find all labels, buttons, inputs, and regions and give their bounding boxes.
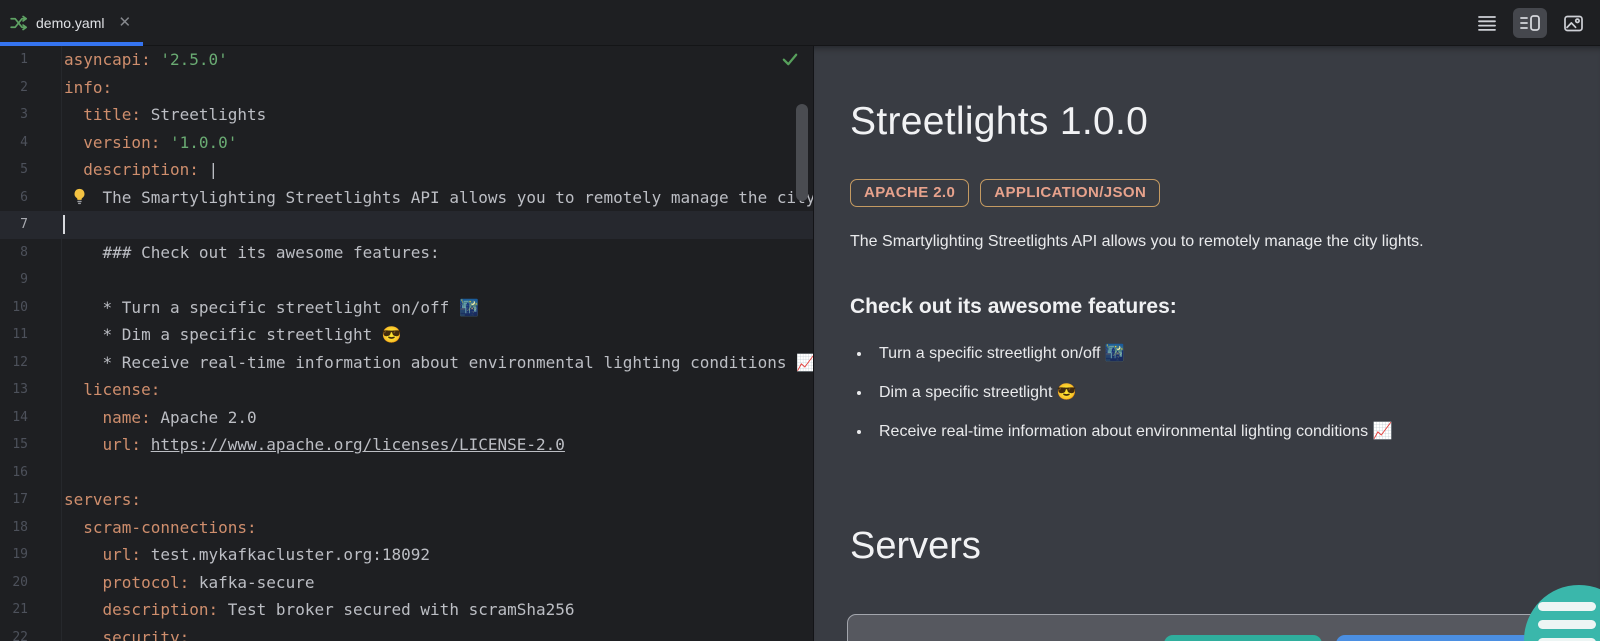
code-text: * Dim a specific streetlight 😎 — [64, 321, 402, 349]
code-line[interactable]: 19 url: test.mykafkacluster.org:18092 — [0, 541, 813, 569]
code-line[interactable]: 21 description: Test broker secured with… — [0, 596, 813, 624]
feature-item: Turn a specific streetlight on/off 🌃 — [872, 343, 1600, 363]
code-line[interactable]: 17 servers: — [0, 486, 813, 514]
code-line[interactable]: 10 * Turn a specific streetlight on/off … — [0, 294, 813, 322]
line-number: 6 — [0, 184, 28, 212]
editor-tab-bar: demo.yaml ✕ — [0, 0, 1600, 46]
code-text: info: — [64, 74, 112, 102]
show-editor-and-preview-button[interactable] — [1513, 8, 1547, 38]
line-number: 15 — [0, 431, 28, 459]
code-line[interactable]: 20 protocol: kafka-secure — [0, 569, 813, 597]
code-line[interactable]: 11 * Dim a specific streetlight 😎 — [0, 321, 813, 349]
ide-window: demo.yaml ✕ — [0, 0, 1600, 641]
line-number: 2 — [0, 74, 28, 102]
code-text: url: test.mykafkacluster.org:18092 — [64, 541, 430, 569]
line-number: 13 — [0, 376, 28, 404]
tab-label: demo.yaml — [36, 15, 104, 31]
asyncapi-preview-pane: Streetlights 1.0.0 APACHE 2.0 APPLICATION… — [813, 46, 1600, 641]
line-number: 14 — [0, 404, 28, 432]
yaml-file-arrows-icon — [10, 14, 28, 32]
line-number: 3 — [0, 101, 28, 129]
code-text: license: — [64, 376, 160, 404]
line-number: 11 — [0, 321, 28, 349]
line-number: 8 — [0, 239, 28, 267]
feature-item: Dim a specific streetlight 😎 — [872, 382, 1600, 402]
line-number: 9 — [0, 266, 28, 294]
code-line[interactable]: 7 — [0, 211, 813, 239]
api-badge: APPLICATION/JSON — [980, 179, 1160, 207]
line-number: 19 — [0, 541, 28, 569]
code-line[interactable]: 2 info: — [0, 74, 813, 102]
text-caret — [63, 215, 65, 234]
code-line[interactable]: 4 version: '1.0.0' — [0, 129, 813, 157]
code-line[interactable]: 8 ### Check out its awesome features: — [0, 239, 813, 267]
code-text: description: Test broker secured with sc… — [64, 596, 575, 624]
line-number: 7 — [0, 211, 28, 239]
server-tag-teal — [1164, 635, 1322, 641]
code-line[interactable]: 18 scram-connections: — [0, 514, 813, 542]
servers-heading: Servers — [850, 525, 1600, 568]
code-text: scram-connections: — [64, 514, 257, 542]
burger-menu-button[interactable] — [1524, 585, 1600, 641]
line-number: 18 — [0, 514, 28, 542]
code-line[interactable]: 22 security: — [0, 624, 813, 641]
code-line[interactable]: 3 title: Streetlights — [0, 101, 813, 129]
inspections-passed-check-icon[interactable] — [781, 50, 799, 72]
api-description: The Smartylighting Streetlights API allo… — [850, 233, 1600, 251]
editor-and-preview-split-icon — [1519, 14, 1541, 32]
show-preview-only-button[interactable] — [1556, 8, 1590, 38]
tab-close-icon[interactable]: ✕ — [118, 15, 131, 30]
code-line[interactable]: 13 license: — [0, 376, 813, 404]
line-number: 22 — [0, 624, 28, 641]
code-text: version: '1.0.0' — [64, 129, 237, 157]
api-badge: APACHE 2.0 — [850, 179, 969, 207]
code-editor[interactable]: 1asyncapi: '2.5.0'2info:3 title: Streetl… — [0, 46, 813, 641]
code-text: servers: — [64, 486, 141, 514]
code-text: security: — [64, 624, 189, 641]
code-text: * Receive real-time information about en… — [64, 349, 813, 377]
editor-scrollbar-thumb[interactable] — [796, 104, 808, 201]
features-list: Turn a specific streetlight on/off 🌃 Dim … — [850, 343, 1600, 441]
code-line[interactable]: 15 url: https://www.apache.org/licenses/… — [0, 431, 813, 459]
line-number: 21 — [0, 596, 28, 624]
license-url-link[interactable]: https://www.apache.org/licenses/LICENSE-… — [151, 435, 565, 454]
line-number: 1 — [0, 46, 28, 74]
burger-line — [1538, 620, 1596, 629]
preview-mode-toolbar — [1470, 6, 1590, 40]
code-text: protocol: kafka-secure — [64, 569, 314, 597]
line-number: 16 — [0, 459, 28, 487]
code-text: asyncapi: '2.5.0' — [64, 46, 228, 74]
code-line[interactable]: 9 — [0, 266, 813, 294]
code-line[interactable]: 14 name: Apache 2.0 — [0, 404, 813, 432]
line-number: 20 — [0, 569, 28, 597]
show-editor-only-button[interactable] — [1470, 8, 1504, 38]
line-number: 5 — [0, 156, 28, 184]
line-number: 10 — [0, 294, 28, 322]
burger-line — [1538, 602, 1596, 611]
code-line[interactable]: 1 asyncapi: '2.5.0' — [0, 46, 813, 74]
server-card — [847, 614, 1600, 641]
code-text: * Turn a specific streetlight on/off 🌃 — [64, 294, 479, 322]
api-title: Streetlights 1.0.0 — [850, 100, 1600, 145]
code-text: name: Apache 2.0 — [64, 404, 257, 432]
code-text: ### Check out its awesome features: — [64, 239, 440, 267]
code-text: description: | — [64, 156, 218, 184]
tab-demo-yaml[interactable]: demo.yaml ✕ — [0, 0, 143, 45]
editor-only-lines-icon — [1477, 14, 1497, 32]
code-text: url: https://www.apache.org/licenses/LIC… — [64, 431, 565, 459]
code-line[interactable]: 5 description: | — [0, 156, 813, 184]
code-line[interactable]: 16 — [0, 459, 813, 487]
code-text: title: Streetlights — [64, 101, 266, 129]
code-lines: 1asyncapi: '2.5.0'2info:3 title: Streetl… — [0, 46, 813, 641]
line-number: 4 — [0, 129, 28, 157]
code-line[interactable]: 6 The Smartylighting Streetlights API al… — [0, 184, 813, 212]
line-number: 17 — [0, 486, 28, 514]
preview-only-image-icon — [1563, 14, 1584, 33]
code-line[interactable]: 12 * Receive real-time information about… — [0, 349, 813, 377]
code-text: The Smartylighting Streetlights API allo… — [64, 184, 813, 212]
api-badges: APACHE 2.0 APPLICATION/JSON — [850, 179, 1600, 207]
features-heading: Check out its awesome features: — [850, 295, 1600, 319]
line-number: 12 — [0, 349, 28, 377]
feature-item: Receive real-time information about envi… — [872, 421, 1600, 441]
